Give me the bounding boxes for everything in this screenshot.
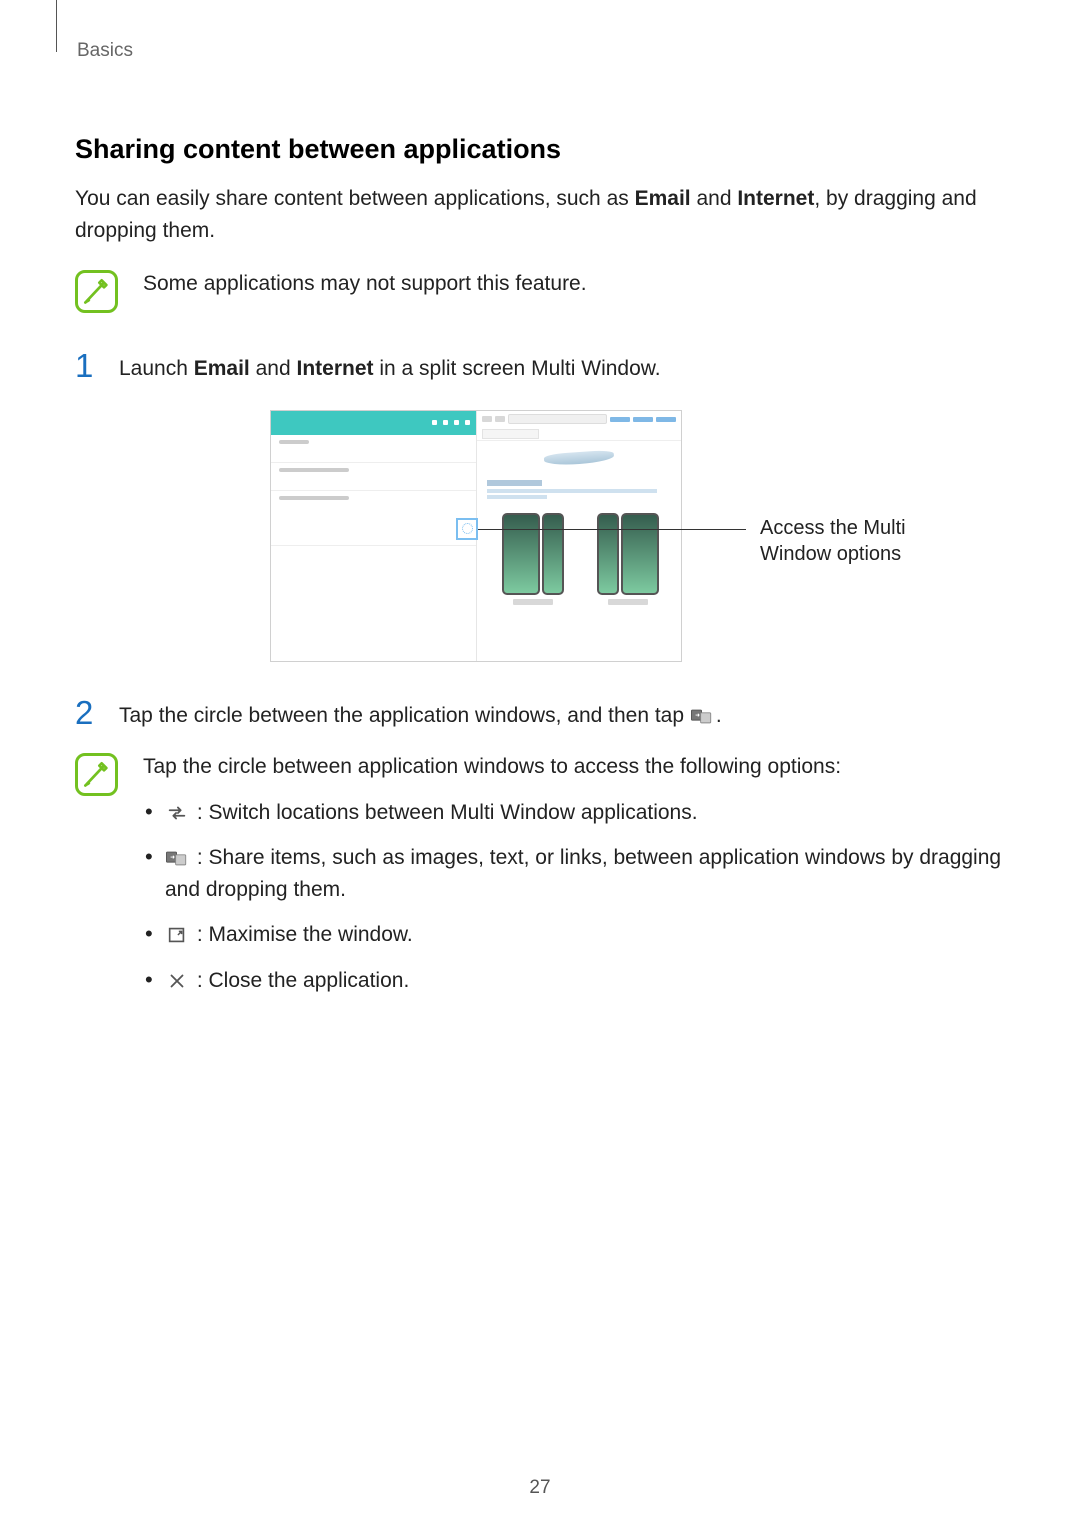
callout-line-1: Access the Multi xyxy=(760,517,906,539)
step-2: 2 Tap the circle between the application… xyxy=(75,700,1005,732)
note-1-text: Some applications may not support this f… xyxy=(143,272,587,295)
option-maximise-text: : Maximise the window. xyxy=(191,923,413,946)
page: Basics Sharing content between applicati… xyxy=(0,0,1080,1527)
step-2-a: Tap the circle between the application w… xyxy=(119,704,690,727)
note-block-2: Tap the circle between application windo… xyxy=(75,751,1005,1010)
options-list: : Switch locations between Multi Window … xyxy=(143,797,1005,997)
step-2-b: . xyxy=(716,704,722,727)
callout-line-2: Window options xyxy=(760,543,901,565)
step-1-c: and xyxy=(250,357,297,380)
figure-email-header xyxy=(271,411,476,435)
page-number: 27 xyxy=(0,1477,1080,1499)
intro-text-internet: Internet xyxy=(737,187,814,210)
callout-label: Access the Multi Window options xyxy=(760,515,940,567)
share-drag-icon xyxy=(166,849,188,867)
note-icon xyxy=(75,270,118,313)
share-drag-icon xyxy=(691,707,713,725)
switch-locations-icon xyxy=(166,804,188,822)
figure-browser-pane xyxy=(477,411,682,661)
figure: Access the Multi Window options xyxy=(270,410,1005,665)
step-1-a: Launch xyxy=(119,357,194,380)
note-2-lead: Tap the circle between application windo… xyxy=(143,755,841,778)
step-2-body: Tap the circle between the application w… xyxy=(119,700,1005,732)
intro-paragraph: You can easily share content between app… xyxy=(75,183,1005,246)
step-2-number: 2 xyxy=(75,696,97,729)
multiwindow-handle-highlight xyxy=(456,518,478,540)
step-1-d: Internet xyxy=(296,357,373,380)
close-icon xyxy=(166,972,188,990)
section-title: Sharing content between applications xyxy=(75,134,1005,165)
option-close: : Close the application. xyxy=(143,965,1005,997)
intro-text-c: and xyxy=(691,187,738,210)
note-block-1: Some applications may not support this f… xyxy=(75,268,1005,313)
intro-text-a: You can easily share content between app… xyxy=(75,187,635,210)
figure-email-pane xyxy=(271,411,477,661)
step-1-number: 1 xyxy=(75,349,97,382)
step-1-body: Launch Email and Internet in a split scr… xyxy=(119,353,1005,385)
page-side-rule xyxy=(56,0,57,52)
step-1: 1 Launch Email and Internet in a split s… xyxy=(75,353,1005,385)
breadcrumb: Basics xyxy=(77,40,1005,62)
step-1-e: in a split screen Multi Window. xyxy=(374,357,661,380)
note-icon xyxy=(75,753,118,796)
step-1-b: Email xyxy=(194,357,250,380)
option-share: : Share items, such as images, text, or … xyxy=(143,842,1005,905)
option-switch: : Switch locations between Multi Window … xyxy=(143,797,1005,829)
option-switch-text: : Switch locations between Multi Window … xyxy=(191,801,698,824)
option-close-text: : Close the application. xyxy=(191,969,409,992)
option-maximise: : Maximise the window. xyxy=(143,919,1005,951)
option-share-text: : Share items, such as images, text, or … xyxy=(165,846,1001,901)
callout-leader-line xyxy=(478,529,746,530)
intro-text-email: Email xyxy=(635,187,691,210)
maximise-icon xyxy=(166,926,188,944)
